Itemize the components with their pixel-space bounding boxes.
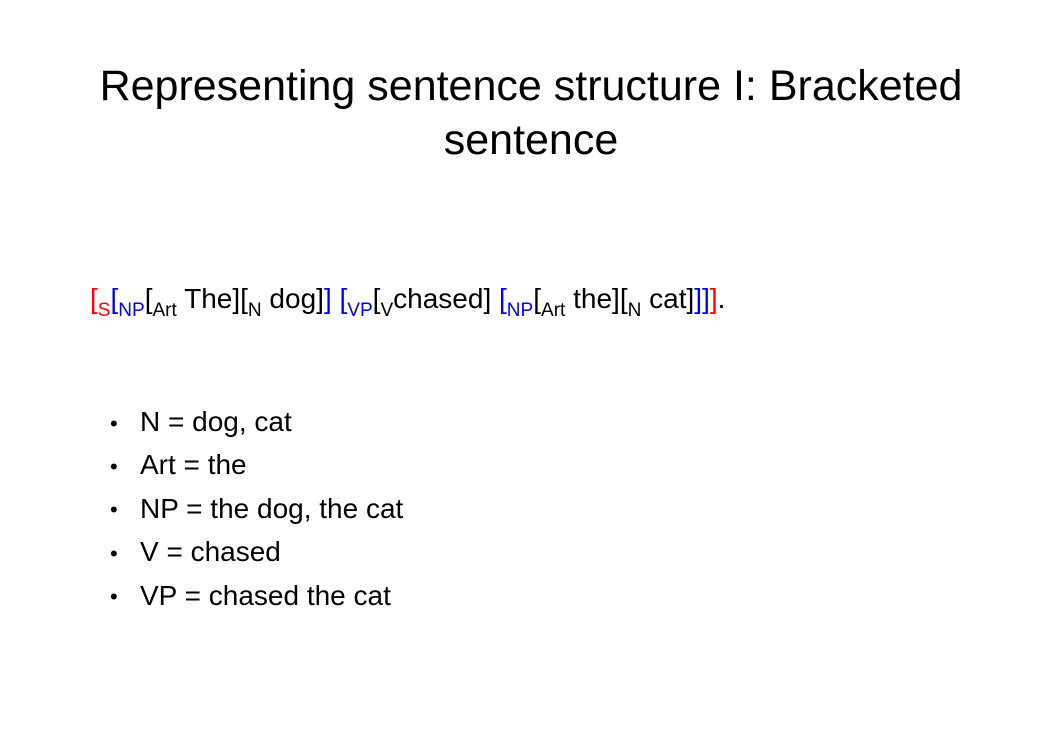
token: dog] <box>262 283 324 314</box>
slide-title: Representing sentence structure I: Brack… <box>90 60 972 168</box>
bracketed-sentence: [S[NP[Art The][N dog]] [VP[Vchased] [NP[… <box>90 283 972 321</box>
list-item: Art = the <box>140 443 972 486</box>
token: chased] <box>393 283 499 314</box>
token: The][ <box>177 283 248 314</box>
token: the][ <box>565 283 627 314</box>
token: ] <box>324 283 332 314</box>
token: [ <box>533 283 541 314</box>
token: N <box>248 300 262 321</box>
token: Art <box>541 300 565 321</box>
list-item: VP = chased the cat <box>140 574 972 617</box>
list-item: NP = the dog, the cat <box>140 487 972 530</box>
token: Art <box>152 300 176 321</box>
token: [ <box>90 283 98 314</box>
token: N <box>628 300 642 321</box>
list-item: N = dog, cat <box>140 400 972 443</box>
token: . <box>718 283 726 314</box>
bullet-list: N = dog, catArt = theNP = the dog, the c… <box>90 400 972 617</box>
token: ] <box>702 283 710 314</box>
token <box>332 283 340 314</box>
token: S <box>98 300 111 321</box>
token: NP <box>507 300 533 321</box>
token: ] <box>710 283 718 314</box>
token: [ <box>499 283 507 314</box>
list-item: V = chased <box>140 530 972 573</box>
token: cat] <box>641 283 694 314</box>
token: NP <box>118 300 144 321</box>
token: ] <box>694 283 702 314</box>
token: V <box>380 300 393 321</box>
token: VP <box>347 300 372 321</box>
